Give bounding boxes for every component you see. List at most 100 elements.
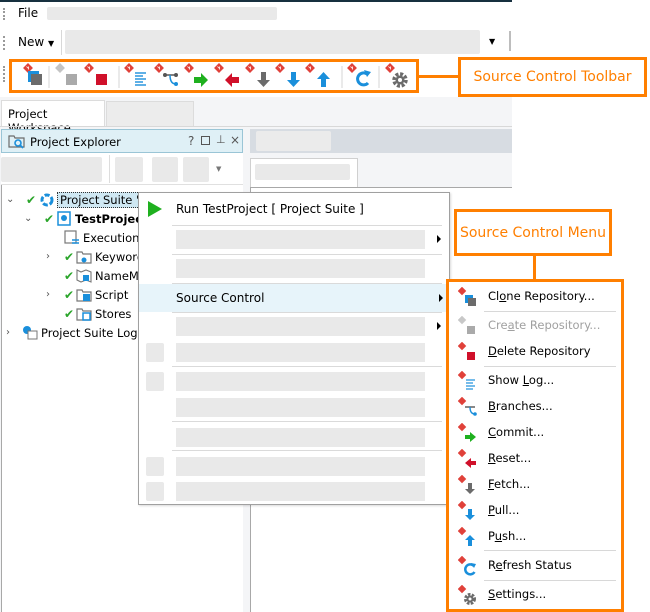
toolbar-commit-button[interactable]	[183, 62, 208, 87]
sc-toolbar-grip[interactable]	[3, 66, 5, 82]
pe-toolbar-separator	[109, 155, 110, 183]
tree-item-namemapping[interactable]: ✔ NameMa	[64, 266, 146, 285]
menu-item[interactable]	[141, 395, 447, 421]
toolbar-delete-repository-button[interactable]	[83, 62, 107, 85]
tree-item-project-suite-logs[interactable]: › Project Suite Logs	[6, 323, 144, 342]
tab-strip-border	[0, 126, 512, 127]
keyword-folder-icon	[76, 249, 92, 264]
menu-icon-placeholder	[146, 372, 164, 391]
tree-item-script[interactable]: › ✔ Script	[46, 285, 128, 304]
project-explorer-icon	[8, 135, 25, 149]
tab-placeholder[interactable]	[106, 101, 194, 127]
tree-item-testproject[interactable]: ⌄ ✔ TestProjec	[24, 209, 142, 228]
sc-menu-branches[interactable]: Branches...	[452, 395, 618, 419]
menu-item-placeholder	[176, 230, 425, 249]
toolbar-pull-button[interactable]	[274, 62, 300, 87]
expand-chevron-icon[interactable]: ›	[6, 327, 16, 338]
sc-menu-settings[interactable]: Settings...	[452, 583, 618, 607]
branches-icon	[458, 397, 477, 416]
toolbar-show-log-button[interactable]	[123, 62, 146, 86]
toolbar-grip[interactable]	[3, 36, 5, 50]
expand-chevron-icon[interactable]: ⌄	[24, 213, 34, 224]
menu-separator	[484, 366, 616, 367]
tree-item-project-suite[interactable]: ⌄ ✔ Project Suite 'Te	[6, 190, 155, 209]
sc-menu-push[interactable]: Push...	[452, 525, 618, 549]
toolbar-branches-button[interactable]	[153, 62, 178, 86]
editor-tab-placeholder	[255, 164, 350, 180]
menu-separator	[172, 421, 442, 422]
source-control-toolbar	[9, 59, 419, 93]
menu-item[interactable]	[141, 454, 447, 480]
submenu-arrow-icon	[439, 294, 443, 302]
pe-toolbar-dropdown-icon[interactable]: ▼	[216, 165, 221, 173]
toolbar-placeholder	[65, 30, 480, 54]
toolbar-clone-button[interactable]	[22, 62, 42, 85]
sc-menu-commit[interactable]: Commit...	[452, 421, 618, 445]
menu-item-submenu[interactable]	[141, 227, 447, 253]
stores-folder-icon	[76, 306, 92, 321]
pe-toolbar-placeholder[interactable]	[1, 157, 102, 182]
logs-icon	[22, 325, 38, 340]
menu-separator	[172, 450, 442, 451]
menubar-placeholder	[47, 7, 277, 20]
toolbar-refresh-status-button[interactable]	[346, 62, 371, 87]
help-icon[interactable]: ?	[188, 134, 194, 148]
tree-item-keyword-tests[interactable]: › ✔ Keyword	[46, 247, 144, 266]
sc-menu-show-log[interactable]: Show Log...	[452, 369, 618, 393]
sc-menu-clone-repository[interactable]: Clone Repository...	[452, 285, 618, 309]
sc-menu-delete-repository[interactable]: Delete Repository	[452, 340, 618, 364]
menubar-grip[interactable]	[3, 8, 5, 20]
toolbar-edge	[509, 31, 511, 51]
tab-project-workspace[interactable]: Project Workspace	[1, 100, 105, 135]
menu-item-placeholder	[176, 457, 425, 476]
run-play-icon	[148, 201, 162, 217]
project-explorer-toolbar: ▼	[1, 153, 243, 185]
toolbar-reset-button[interactable]	[213, 62, 239, 87]
context-menu: Run TestProject [ Project Suite ] Source…	[138, 192, 450, 505]
menu-item[interactable]	[141, 340, 447, 366]
pin-icon[interactable]: ⊥	[216, 133, 226, 146]
menu-item[interactable]	[141, 425, 447, 451]
toolbar-settings-button[interactable]	[384, 62, 408, 88]
editor-tab[interactable]	[250, 158, 358, 188]
check-icon: ✔	[64, 249, 75, 264]
menu-separator	[484, 311, 616, 312]
maximize-icon[interactable]	[201, 136, 210, 145]
menu-separator	[484, 580, 616, 581]
pe-toolbar-button[interactable]	[183, 157, 209, 182]
tree-item-stores[interactable]: ✔ Stores	[64, 304, 131, 323]
expand-chevron-icon[interactable]: ⌄	[6, 194, 16, 205]
menu-item-run-testproject[interactable]: Run TestProject [ Project Suite ]	[141, 196, 447, 222]
sc-menu-reset[interactable]: Reset...	[452, 447, 618, 471]
toolbar-overflow-icon[interactable]: ▼	[489, 37, 495, 46]
clone-icon	[458, 287, 476, 306]
expand-chevron-icon[interactable]: ›	[46, 251, 56, 262]
execution-plan-icon	[64, 230, 80, 245]
submenu-arrow-icon	[437, 322, 441, 330]
sc-menu-pull[interactable]: Pull...	[452, 499, 618, 523]
menu-item-submenu[interactable]	[141, 314, 447, 340]
menu-item[interactable]	[141, 256, 447, 282]
menu-item-placeholder	[176, 428, 425, 447]
editor-header-placeholder	[256, 131, 331, 151]
source-control-menu: Clone Repository... Create Repository...…	[446, 279, 624, 612]
new-button[interactable]: New ▼	[18, 35, 54, 49]
expand-chevron-icon[interactable]: ›	[46, 289, 56, 300]
pe-toolbar-button[interactable]	[115, 157, 143, 182]
toolbar-fetch-button[interactable]	[244, 62, 270, 87]
toolbar-push-button[interactable]	[304, 62, 330, 87]
create-repository-icon	[458, 316, 475, 334]
fetch-arrow-icon	[458, 475, 475, 494]
toolbar-create-repository-button[interactable]	[55, 63, 77, 85]
menu-item[interactable]	[141, 369, 447, 395]
menu-item[interactable]	[141, 479, 447, 505]
sc-menu-fetch[interactable]: Fetch...	[452, 473, 618, 497]
menu-file[interactable]: File	[18, 6, 38, 20]
close-icon[interactable]: ×	[230, 133, 240, 147]
menu-item-source-control[interactable]: Source Control	[139, 284, 449, 312]
pe-toolbar-button[interactable]	[152, 157, 178, 182]
sc-menu-create-repository[interactable]: Create Repository...	[452, 314, 618, 338]
menu-item-placeholder	[176, 372, 425, 391]
menu-callout-connector	[533, 256, 536, 280]
sc-menu-refresh-status[interactable]: Refresh Status	[452, 554, 618, 578]
